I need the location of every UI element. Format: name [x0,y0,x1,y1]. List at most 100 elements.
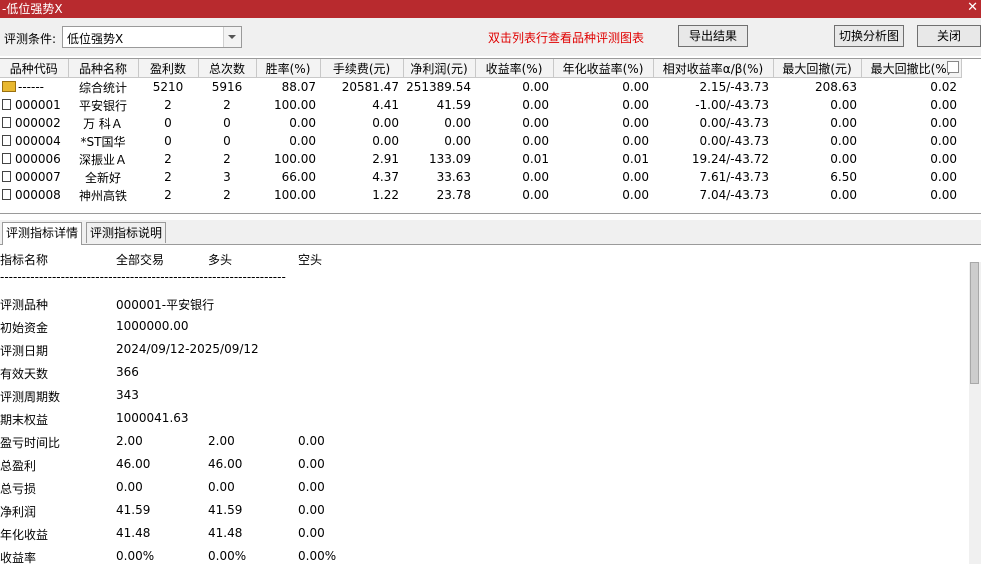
detail-line: 000001-平安银行 [116,298,215,312]
close-button[interactable]: 关闭 [917,25,981,47]
table-cell: 0.00 [930,116,957,130]
column-header[interactable]: 净利润(元) [403,59,476,78]
toolbar: 评测条件: 低位强势X 双击列表行查看品种评测图表 导出结果 切换分析图 关闭 [0,18,981,56]
tab-metric-description[interactable]: 评测指标说明 [86,222,167,243]
table-cell: 0.00 [522,98,549,112]
detail-line: 0.00 [298,526,325,540]
table-cell: 综合统计 [78,80,127,95]
table-cell: 0.00 [830,98,857,112]
detail-line: 1000000.00 [116,319,189,333]
table-row[interactable]: 000002 万 科Ａ 0 0 0.00 0.00 0.00 0.00 0.00 0.00/-43… [0,114,961,132]
chevron-down-icon[interactable] [223,27,241,47]
table-cell: 平安银行 [78,98,127,113]
column-header[interactable]: 相对收益率α/β(%) [653,59,774,78]
column-header[interactable]: 总次数 [198,59,257,78]
window-title: -低位强势X [2,2,63,16]
results-table[interactable]: 品种代码 品种名称 盈利数 总次数 胜率(%) 手续费(元) 净利润(元) 收益率(%) 年化收… [0,58,981,214]
table-cell: 000004 [0,132,68,150]
table-cell: 000007 [0,168,68,186]
table-cell: 0.00 [372,116,399,130]
column-header[interactable]: 手续费(元) [320,59,404,78]
detail-line: 2.00 [116,434,143,448]
column-header[interactable]: 最大回撤比(%) [861,59,962,78]
close-icon[interactable]: ✕ [967,0,978,16]
table-cell: 2 [164,170,172,184]
detail-line: 评测周期数 [0,390,61,404]
column-header[interactable]: 年化收益率(%) [553,59,654,78]
table-cell: 0.00 [522,116,549,130]
column-header[interactable]: 盈利数 [138,59,199,78]
detail-line: 0.00% [116,549,155,563]
table-row[interactable]: 000001 平安银行 2 2 100.00 4.41 41.59 0.00 0.00 -1.00… [0,96,961,114]
detail-line: 总亏损 [0,482,37,496]
table-cell: 0.00 [622,98,649,112]
detail-line: 评测日期 [0,344,49,358]
table-row[interactable]: 000007 全新好 2 3 66.00 4.37 33.63 0.00 0.00 7.61/-4… [0,168,961,186]
detail-line: 2024/09/12-2025/09/12 [116,342,259,356]
column-header[interactable]: 品种名称 [68,59,139,78]
table-cell: 0.00 [622,116,649,130]
column-header[interactable]: 最大回撤(元) [773,59,862,78]
detail-header: 空头 [298,253,323,267]
table-cell: 2 [223,152,231,166]
column-header[interactable]: 胜率(%) [256,59,321,78]
table-cell: 0.01 [622,152,649,166]
scrollbar-thumb[interactable] [970,262,979,384]
table-cell: 88.07 [281,80,316,94]
switch-chart-button[interactable]: 切换分析图 [834,25,904,47]
vertical-scrollbar[interactable] [969,262,981,564]
table-cell: 100.00 [274,188,316,202]
table-cell: 2.15/-43.73 [699,80,769,94]
table-row[interactable]: 000008 神州高铁 2 2 100.00 1.22 23.78 0.00 0.00 7.04/… [0,186,961,204]
table-cell: 0.02 [930,80,957,94]
table-cell: 000001 [0,96,68,114]
table-cell: 0 [164,116,172,130]
detail-line: 0.00 [116,480,143,494]
condition-select[interactable]: 低位强势X [62,26,242,48]
table-cell: 0.00 [289,134,316,148]
table-cell: 7.04/-43.73 [699,188,769,202]
tab-metric-details[interactable]: 评测指标详情 [2,222,83,245]
table-row[interactable]: 000004 *ST国华 0 0 0.00 0.00 0.00 0.00 0.00 0.00/-4… [0,132,961,150]
column-header[interactable]: 收益率(%) [475,59,554,78]
export-button[interactable]: 导出结果 [678,25,748,47]
folder-icon [2,81,16,92]
condition-label: 评测条件: [4,32,57,46]
table-cell: 0.00 [444,116,471,130]
table-cell: 000002 [0,114,68,132]
table-cell: 5916 [211,80,243,94]
table-cell: 0.00 [622,188,649,202]
table-cell: 0.00 [522,80,549,94]
document-icon [2,99,11,110]
detail-line: 41.59 [208,503,243,517]
table-row[interactable]: 000006 深振业Ａ 2 2 100.00 2.91 133.09 0.01 0.01 19.2… [0,150,961,168]
table-cell: 3 [223,170,231,184]
summary-row[interactable]: ------ 综合统计 5210 5916 88.07 20581.47 251389.54… [0,78,961,97]
table-cell: 000006 [0,150,68,168]
table-cell: 0.00 [930,152,957,166]
table-cell: 2 [164,152,172,166]
detail-line: 0.00 [298,457,325,471]
table-cell: 0.00 [930,188,957,202]
column-header[interactable]: 品种代码 [0,59,69,78]
table-cell: 41.59 [436,98,471,112]
detail-line: 评测品种 [0,298,49,312]
table-cell: 2 [223,188,231,202]
detail-header: 多头 [208,253,233,267]
detail-line: 年化收益 [0,528,49,542]
table-cell: *ST国华 [80,134,126,149]
detail-panel: 指标名称 全部交易 多头 空头 ----------------------------… [0,245,968,564]
table-cell: 000008 [0,186,68,204]
table-cell: 208.63 [815,80,857,94]
table-cell: 0.00 [522,134,549,148]
table-cell: 神州高铁 [78,188,127,203]
detail-line: 0.00% [298,549,337,563]
table-cell: 0.00 [622,80,649,94]
table-cell: 4.41 [372,98,399,112]
table-cell: 0.00 [830,116,857,130]
table-cell: 2 [164,98,172,112]
table-cell: 0.00 [622,170,649,184]
table-cell: 23.78 [436,188,471,202]
table-cell: 全新好 [84,170,121,185]
table-cell: ------ [0,78,68,97]
